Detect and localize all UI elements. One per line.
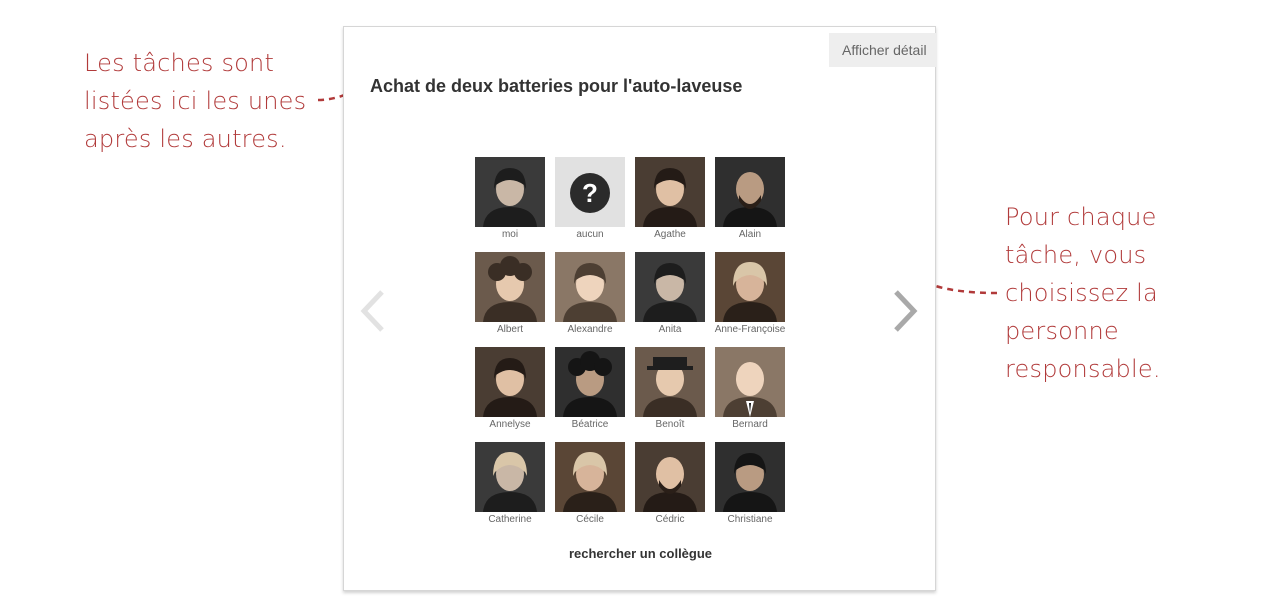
person-option[interactable]: Catherine [465,442,555,526]
right-note-line: choisissez la [1005,279,1158,307]
person-name: Albert [496,324,524,335]
search-colleague-link[interactable]: rechercher un collègue [344,546,937,561]
avatar [715,347,785,417]
person-option[interactable]: Cécile [545,442,635,526]
avatar [635,157,705,227]
next-arrow-icon[interactable] [890,289,920,333]
right-note-line: personne [1005,317,1119,345]
person-name: Béatrice [571,419,609,430]
avatar [715,157,785,227]
person-name: aucun [576,229,604,240]
person-option[interactable]: moi [465,157,555,241]
avatar [635,347,705,417]
left-note-line: listées ici les unes [84,87,307,115]
person-option[interactable]: Anne-Françoise [705,252,795,336]
person-name: Cécile [576,514,604,525]
person-option[interactable]: Christiane [705,442,795,526]
person-option[interactable]: Agathe [625,157,715,241]
person-option[interactable]: Annelyse [465,347,555,431]
left-note-line: Les tâches sont [84,49,275,77]
avatar [555,347,625,417]
right-note-line: Pour chaque [1005,203,1157,231]
person-name: Benoît [655,419,685,430]
person-name: Cédric [655,514,685,525]
person-name: Annelyse [489,419,531,430]
left-note-line: après les autres. [84,125,287,153]
avatar [475,442,545,512]
avatar [555,442,625,512]
person-option[interactable]: Bernard [705,347,795,431]
avatar [475,347,545,417]
question-icon: ? [555,157,625,227]
right-note-line: responsable. [1005,355,1161,383]
person-option[interactable]: Anita [625,252,715,336]
left-annotation-note: Les tâches sont listées ici les unes apr… [84,44,324,158]
show-detail-button[interactable]: Afficher détail [829,33,937,67]
person-option[interactable]: ? aucun [545,157,635,241]
avatar [715,252,785,322]
task-card: Afficher détail Achat de deux batteries … [343,26,937,591]
svg-text:?: ? [582,178,598,208]
person-option[interactable]: Alexandre [545,252,635,336]
person-option[interactable]: Benoît [625,347,715,431]
person-name: Alain [738,229,762,240]
person-name: Christiane [727,514,773,525]
avatar [475,157,545,227]
right-annotation-note: Pour chaque tâche, vous choisissez la pe… [1005,198,1175,388]
person-name: Alexandre [567,324,613,335]
person-name: Anne-Françoise [714,324,786,335]
avatar [715,442,785,512]
person-name: Bernard [732,419,768,430]
right-note-line: tâche, vous [1005,241,1147,269]
person-option[interactable]: Alain [705,157,795,241]
person-name: moi [501,229,519,240]
person-name: Anita [658,324,682,335]
avatar [635,442,705,512]
avatar [635,252,705,322]
avatar [475,252,545,322]
person-option[interactable]: Cédric [625,442,715,526]
person-name: Catherine [488,514,532,525]
person-option[interactable]: Albert [465,252,555,336]
person-name: Agathe [654,229,686,240]
person-option[interactable]: Béatrice [545,347,635,431]
avatar [555,252,625,322]
task-title: Achat de deux batteries pour l'auto-lave… [370,76,743,96]
previous-arrow-icon[interactable] [358,289,388,333]
